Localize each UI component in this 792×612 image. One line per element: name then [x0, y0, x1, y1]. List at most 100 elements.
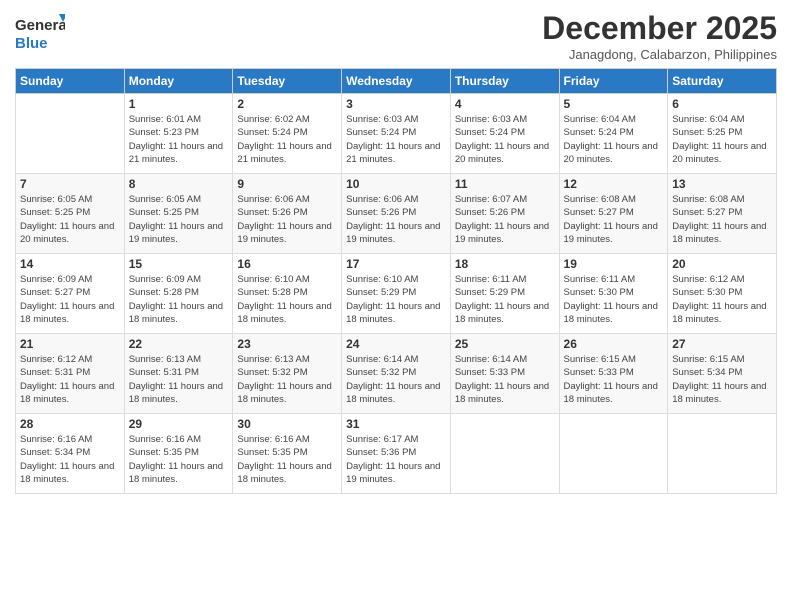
day-number: 16 [237, 257, 337, 271]
daylight: Daylight: 11 hours and 19 minutes. [564, 221, 658, 245]
calendar-cell: 16 Sunrise: 6:10 AM Sunset: 5:28 PM Dayl… [233, 254, 342, 334]
sunrise: Sunrise: 6:10 AM [237, 274, 309, 285]
daylight: Daylight: 11 hours and 18 minutes. [20, 301, 114, 325]
day-info: Sunrise: 6:10 AM Sunset: 5:29 PM Dayligh… [346, 273, 446, 326]
calendar-week-1: 7 Sunrise: 6:05 AM Sunset: 5:25 PM Dayli… [16, 174, 777, 254]
day-number: 29 [129, 417, 229, 431]
sunrise: Sunrise: 6:17 AM [346, 434, 418, 445]
sunset: Sunset: 5:28 PM [237, 287, 307, 298]
day-info: Sunrise: 6:06 AM Sunset: 5:26 PM Dayligh… [237, 193, 337, 246]
day-info: Sunrise: 6:09 AM Sunset: 5:27 PM Dayligh… [20, 273, 120, 326]
page-container: General Blue December 2025 Janagdong, Ca… [0, 0, 792, 499]
calendar-table: Sunday Monday Tuesday Wednesday Thursday… [15, 68, 777, 494]
calendar-cell: 15 Sunrise: 6:09 AM Sunset: 5:28 PM Dayl… [124, 254, 233, 334]
sunrise: Sunrise: 6:12 AM [672, 274, 744, 285]
sunrise: Sunrise: 6:09 AM [129, 274, 201, 285]
sunrise: Sunrise: 6:04 AM [564, 114, 636, 125]
calendar-cell: 26 Sunrise: 6:15 AM Sunset: 5:33 PM Dayl… [559, 334, 668, 414]
sunrise: Sunrise: 6:10 AM [346, 274, 418, 285]
logo: General Blue [15, 10, 67, 60]
daylight: Daylight: 11 hours and 20 minutes. [672, 141, 766, 165]
calendar-cell: 8 Sunrise: 6:05 AM Sunset: 5:25 PM Dayli… [124, 174, 233, 254]
calendar-cell: 22 Sunrise: 6:13 AM Sunset: 5:31 PM Dayl… [124, 334, 233, 414]
sunrise: Sunrise: 6:15 AM [564, 354, 636, 365]
sunset: Sunset: 5:34 PM [672, 367, 742, 378]
sunset: Sunset: 5:27 PM [20, 287, 90, 298]
day-info: Sunrise: 6:04 AM Sunset: 5:25 PM Dayligh… [672, 113, 772, 166]
calendar-cell: 12 Sunrise: 6:08 AM Sunset: 5:27 PM Dayl… [559, 174, 668, 254]
daylight: Daylight: 11 hours and 18 minutes. [237, 301, 331, 325]
sunrise: Sunrise: 6:11 AM [455, 274, 527, 285]
day-number: 22 [129, 337, 229, 351]
sunrise: Sunrise: 6:01 AM [129, 114, 201, 125]
daylight: Daylight: 11 hours and 18 minutes. [129, 381, 223, 405]
daylight: Daylight: 11 hours and 18 minutes. [129, 301, 223, 325]
sunset: Sunset: 5:34 PM [20, 447, 90, 458]
day-info: Sunrise: 6:01 AM Sunset: 5:23 PM Dayligh… [129, 113, 229, 166]
day-info: Sunrise: 6:14 AM Sunset: 5:33 PM Dayligh… [455, 353, 555, 406]
sunrise: Sunrise: 6:11 AM [564, 274, 636, 285]
calendar-cell: 17 Sunrise: 6:10 AM Sunset: 5:29 PM Dayl… [342, 254, 451, 334]
calendar-cell: 14 Sunrise: 6:09 AM Sunset: 5:27 PM Dayl… [16, 254, 125, 334]
sunrise: Sunrise: 6:13 AM [129, 354, 201, 365]
day-info: Sunrise: 6:09 AM Sunset: 5:28 PM Dayligh… [129, 273, 229, 326]
day-info: Sunrise: 6:08 AM Sunset: 5:27 PM Dayligh… [672, 193, 772, 246]
calendar-cell: 25 Sunrise: 6:14 AM Sunset: 5:33 PM Dayl… [450, 334, 559, 414]
sunrise: Sunrise: 6:07 AM [455, 194, 527, 205]
calendar-cell: 29 Sunrise: 6:16 AM Sunset: 5:35 PM Dayl… [124, 414, 233, 494]
daylight: Daylight: 11 hours and 18 minutes. [564, 381, 658, 405]
sunrise: Sunrise: 6:16 AM [237, 434, 309, 445]
day-info: Sunrise: 6:05 AM Sunset: 5:25 PM Dayligh… [129, 193, 229, 246]
logo-svg: General Blue [15, 10, 65, 60]
sunrise: Sunrise: 6:06 AM [237, 194, 309, 205]
col-thursday: Thursday [450, 69, 559, 94]
day-number: 15 [129, 257, 229, 271]
daylight: Daylight: 11 hours and 18 minutes. [455, 381, 549, 405]
daylight: Daylight: 11 hours and 21 minutes. [346, 141, 440, 165]
calendar-cell: 11 Sunrise: 6:07 AM Sunset: 5:26 PM Dayl… [450, 174, 559, 254]
day-number: 3 [346, 97, 446, 111]
calendar-cell [450, 414, 559, 494]
col-friday: Friday [559, 69, 668, 94]
daylight: Daylight: 11 hours and 20 minutes. [455, 141, 549, 165]
daylight: Daylight: 11 hours and 18 minutes. [237, 461, 331, 485]
sunset: Sunset: 5:33 PM [455, 367, 525, 378]
sunset: Sunset: 5:25 PM [129, 207, 199, 218]
day-info: Sunrise: 6:16 AM Sunset: 5:35 PM Dayligh… [129, 433, 229, 486]
day-number: 23 [237, 337, 337, 351]
title-block: December 2025 Janagdong, Calabarzon, Phi… [542, 10, 777, 62]
calendar-cell: 6 Sunrise: 6:04 AM Sunset: 5:25 PM Dayli… [668, 94, 777, 174]
sunset: Sunset: 5:30 PM [672, 287, 742, 298]
col-sunday: Sunday [16, 69, 125, 94]
day-number: 25 [455, 337, 555, 351]
sunset: Sunset: 5:35 PM [237, 447, 307, 458]
day-number: 14 [20, 257, 120, 271]
calendar-cell: 30 Sunrise: 6:16 AM Sunset: 5:35 PM Dayl… [233, 414, 342, 494]
sunrise: Sunrise: 6:15 AM [672, 354, 744, 365]
day-info: Sunrise: 6:15 AM Sunset: 5:34 PM Dayligh… [672, 353, 772, 406]
sunset: Sunset: 5:26 PM [237, 207, 307, 218]
calendar-cell [668, 414, 777, 494]
sunrise: Sunrise: 6:16 AM [20, 434, 92, 445]
calendar-cell: 7 Sunrise: 6:05 AM Sunset: 5:25 PM Dayli… [16, 174, 125, 254]
day-number: 7 [20, 177, 120, 191]
day-number: 30 [237, 417, 337, 431]
day-number: 31 [346, 417, 446, 431]
day-info: Sunrise: 6:13 AM Sunset: 5:31 PM Dayligh… [129, 353, 229, 406]
sunset: Sunset: 5:25 PM [672, 127, 742, 138]
header-row: Sunday Monday Tuesday Wednesday Thursday… [16, 69, 777, 94]
sunrise: Sunrise: 6:09 AM [20, 274, 92, 285]
col-tuesday: Tuesday [233, 69, 342, 94]
daylight: Daylight: 11 hours and 18 minutes. [672, 221, 766, 245]
sunset: Sunset: 5:32 PM [346, 367, 416, 378]
daylight: Daylight: 11 hours and 19 minutes. [129, 221, 223, 245]
day-number: 10 [346, 177, 446, 191]
sunset: Sunset: 5:30 PM [564, 287, 634, 298]
sunrise: Sunrise: 6:14 AM [455, 354, 527, 365]
sunrise: Sunrise: 6:03 AM [346, 114, 418, 125]
col-saturday: Saturday [668, 69, 777, 94]
sunrise: Sunrise: 6:08 AM [672, 194, 744, 205]
calendar-cell: 24 Sunrise: 6:14 AM Sunset: 5:32 PM Dayl… [342, 334, 451, 414]
day-info: Sunrise: 6:11 AM Sunset: 5:30 PM Dayligh… [564, 273, 664, 326]
day-info: Sunrise: 6:03 AM Sunset: 5:24 PM Dayligh… [455, 113, 555, 166]
